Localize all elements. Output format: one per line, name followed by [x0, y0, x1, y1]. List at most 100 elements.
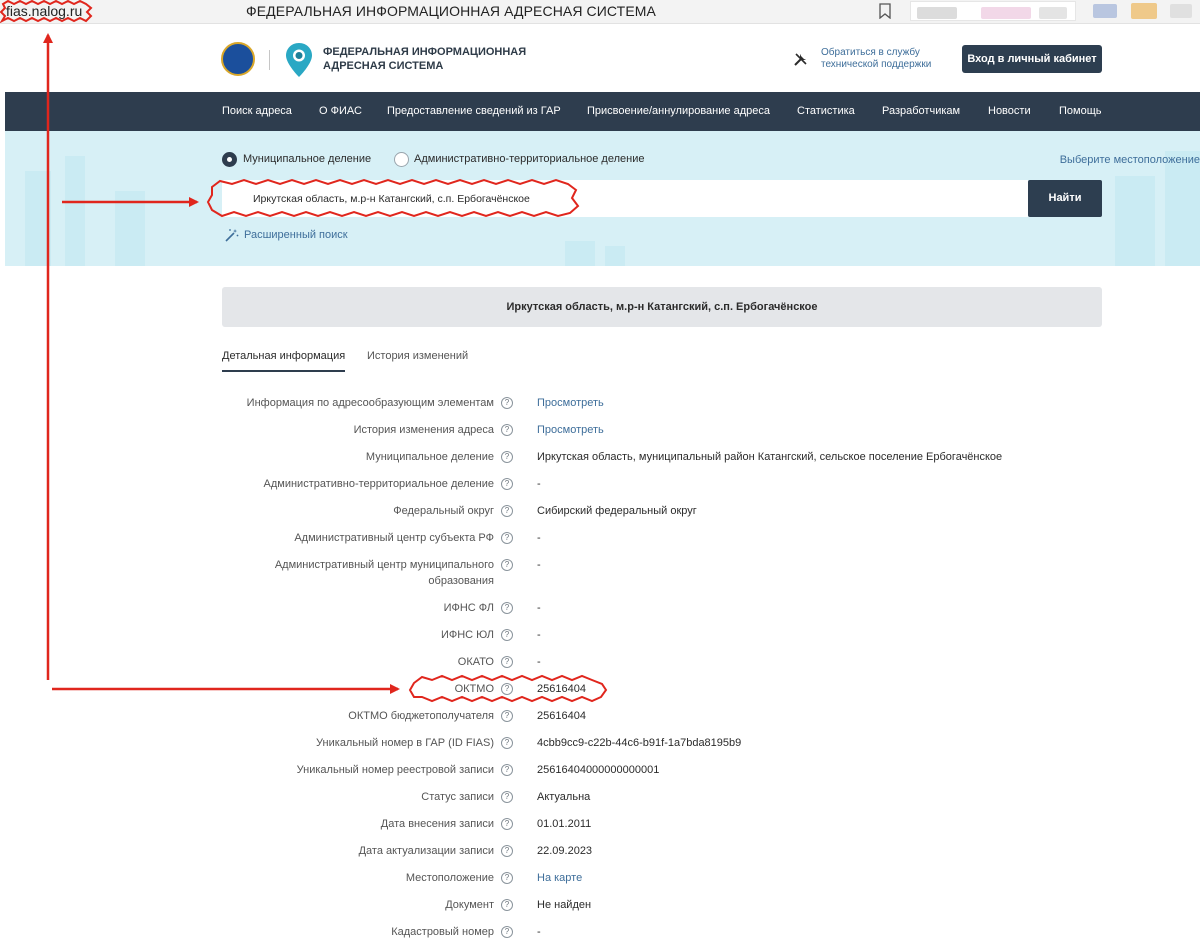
map-link[interactable]: На карте: [537, 870, 582, 886]
help-icon[interactable]: ?: [501, 791, 513, 803]
help-icon[interactable]: ?: [501, 683, 513, 695]
detail-value-oktmo: 25616404: [537, 683, 586, 695]
radio-municipal[interactable]: [222, 152, 237, 167]
detail-label: Дата актуализации записи: [358, 845, 494, 857]
help-icon[interactable]: ?: [501, 532, 513, 544]
background-decoration: [1165, 151, 1200, 266]
support-line-2: технической поддержки: [821, 59, 932, 70]
detail-label: Муниципальное деление: [365, 451, 494, 463]
help-icon[interactable]: ?: [501, 710, 513, 722]
support-line-1: Обратиться в службу: [821, 47, 920, 58]
detail-label: Федеральный округ: [393, 505, 494, 517]
detail-value: -: [537, 478, 541, 490]
detail-value: -: [537, 602, 541, 614]
background-decoration: [605, 246, 625, 266]
search-panel: Муниципальное деление Административно-те…: [5, 131, 1200, 266]
tab-detailed-info[interactable]: Детальная информация: [222, 350, 345, 362]
detail-value: -: [537, 532, 541, 544]
help-icon[interactable]: ?: [501, 737, 513, 749]
result-title: Иркутская область, м.р-н Катангский, с.п…: [222, 287, 1102, 327]
nav-item-help[interactable]: Помощь: [1059, 92, 1102, 131]
detail-value-link[interactable]: Просмотреть: [537, 395, 604, 411]
login-button[interactable]: Вход в личный кабинет: [962, 45, 1102, 73]
detail-value: 25616404000000000001: [537, 764, 660, 776]
logo-divider: [269, 50, 270, 70]
background-decoration: [115, 191, 145, 266]
radio-administrative-label[interactable]: Административно-территориальное деление: [414, 153, 644, 165]
nav-item-gar-info[interactable]: Предоставление сведений из ГАР: [387, 92, 561, 131]
nav-item-developers[interactable]: Разработчикам: [882, 92, 960, 131]
find-button[interactable]: Найти: [1028, 180, 1102, 217]
background-decoration: [65, 156, 85, 266]
help-icon[interactable]: ?: [501, 602, 513, 614]
background-decoration: [25, 171, 51, 266]
help-icon[interactable]: ?: [501, 424, 513, 436]
detail-value: Не найден: [537, 899, 592, 911]
nav-item-statistics[interactable]: Статистика: [797, 92, 855, 131]
detail-label: ИФНС ФЛ: [443, 602, 494, 614]
detail-value: Актуальна: [537, 791, 591, 803]
help-icon[interactable]: ?: [501, 629, 513, 641]
detail-value: Сибирский федеральный округ: [537, 505, 697, 517]
detail-label: Административный центр муниципального: [274, 559, 494, 571]
advanced-search-link[interactable]: Расширенный поиск: [244, 229, 348, 241]
detail-value: 25616404: [537, 710, 586, 722]
tools-icon: [794, 53, 807, 66]
detail-label-continued: образования: [428, 575, 494, 587]
blurred-extension-icon: [1170, 4, 1192, 18]
bookmark-icon[interactable]: [878, 3, 892, 19]
detail-value: 01.01.2011: [537, 818, 592, 830]
detail-value: -: [537, 926, 541, 938]
site-logo-text[interactable]: ФЕДЕРАЛЬНАЯ ИНФОРМАЦИОННАЯ АДРЕСНАЯ СИСТ…: [323, 45, 543, 73]
detail-label: ОКАТО: [457, 656, 494, 668]
help-icon[interactable]: ?: [501, 451, 513, 463]
main-nav: Поиск адреса О ФИАС Предоставление сведе…: [5, 92, 1200, 131]
radio-municipal-label[interactable]: Муниципальное деление: [243, 153, 371, 165]
detail-label: Уникальный номер реестровой записи: [296, 764, 494, 776]
detail-label: Информация по адресообразующим элементам: [246, 397, 494, 409]
help-icon[interactable]: ?: [501, 899, 513, 911]
map-pin-logo-icon[interactable]: [285, 42, 313, 78]
detail-label: Административный центр субъекта РФ: [294, 532, 494, 544]
detail-label: Дата внесения записи: [380, 818, 494, 830]
detail-label: ИФНС ЮЛ: [440, 629, 494, 641]
blurred-extension-icon: [1093, 4, 1117, 18]
magic-wand-icon: [225, 229, 239, 242]
help-icon[interactable]: ?: [501, 926, 513, 938]
help-icon[interactable]: ?: [501, 505, 513, 517]
radio-administrative[interactable]: [394, 152, 409, 167]
fns-emblem-icon[interactable]: [221, 42, 255, 76]
background-decoration: [1115, 176, 1155, 266]
nav-item-address-assignment[interactable]: Присвоение/аннулирование адреса: [587, 92, 770, 131]
help-icon[interactable]: ?: [501, 845, 513, 857]
browser-page-title: ФЕДЕРАЛЬНАЯ ИНФОРМАЦИОННАЯ АДРЕСНАЯ СИСТ…: [246, 3, 656, 19]
blurred-extension-icon: [1131, 3, 1157, 19]
address-bar-url[interactable]: fias.nalog.ru: [6, 3, 82, 19]
address-search-input[interactable]: [222, 180, 1028, 217]
help-icon[interactable]: ?: [501, 656, 513, 668]
help-icon[interactable]: ?: [501, 818, 513, 830]
help-icon[interactable]: ?: [501, 559, 513, 571]
nav-item-address-search[interactable]: Поиск адреса: [222, 92, 292, 131]
detail-label: Документ: [445, 899, 494, 911]
support-link[interactable]: Обратиться в службу технической поддержк…: [821, 47, 951, 71]
detail-label: ОКТМО бюджетополучателя: [348, 710, 494, 722]
help-icon[interactable]: ?: [501, 872, 513, 884]
nav-item-news[interactable]: Новости: [988, 92, 1031, 131]
help-icon[interactable]: ?: [501, 478, 513, 490]
help-icon[interactable]: ?: [501, 397, 513, 409]
detail-label-oktmo: ОКТМО: [454, 683, 494, 695]
detail-label: Уникальный номер в ГАР (ID FIAS): [316, 737, 494, 749]
detail-value: 4cbb9cc9-c22b-44c6-b91f-1a7bda8195b9: [537, 737, 742, 749]
nav-item-about[interactable]: О ФИАС: [319, 92, 362, 131]
detail-value: -: [537, 656, 541, 668]
tab-change-history[interactable]: История изменений: [367, 350, 468, 362]
detail-value-link[interactable]: Просмотреть: [537, 422, 604, 438]
help-icon[interactable]: ?: [501, 764, 513, 776]
detail-value: -: [537, 559, 541, 571]
detail-value: Иркутская область, муниципальный район К…: [537, 451, 1003, 463]
detail-label: Кадастровый номер: [391, 926, 494, 938]
detail-label: Статус записи: [421, 791, 494, 803]
detail-value: -: [537, 629, 541, 641]
location-select-link[interactable]: Выберите местоположение: [1060, 154, 1200, 166]
